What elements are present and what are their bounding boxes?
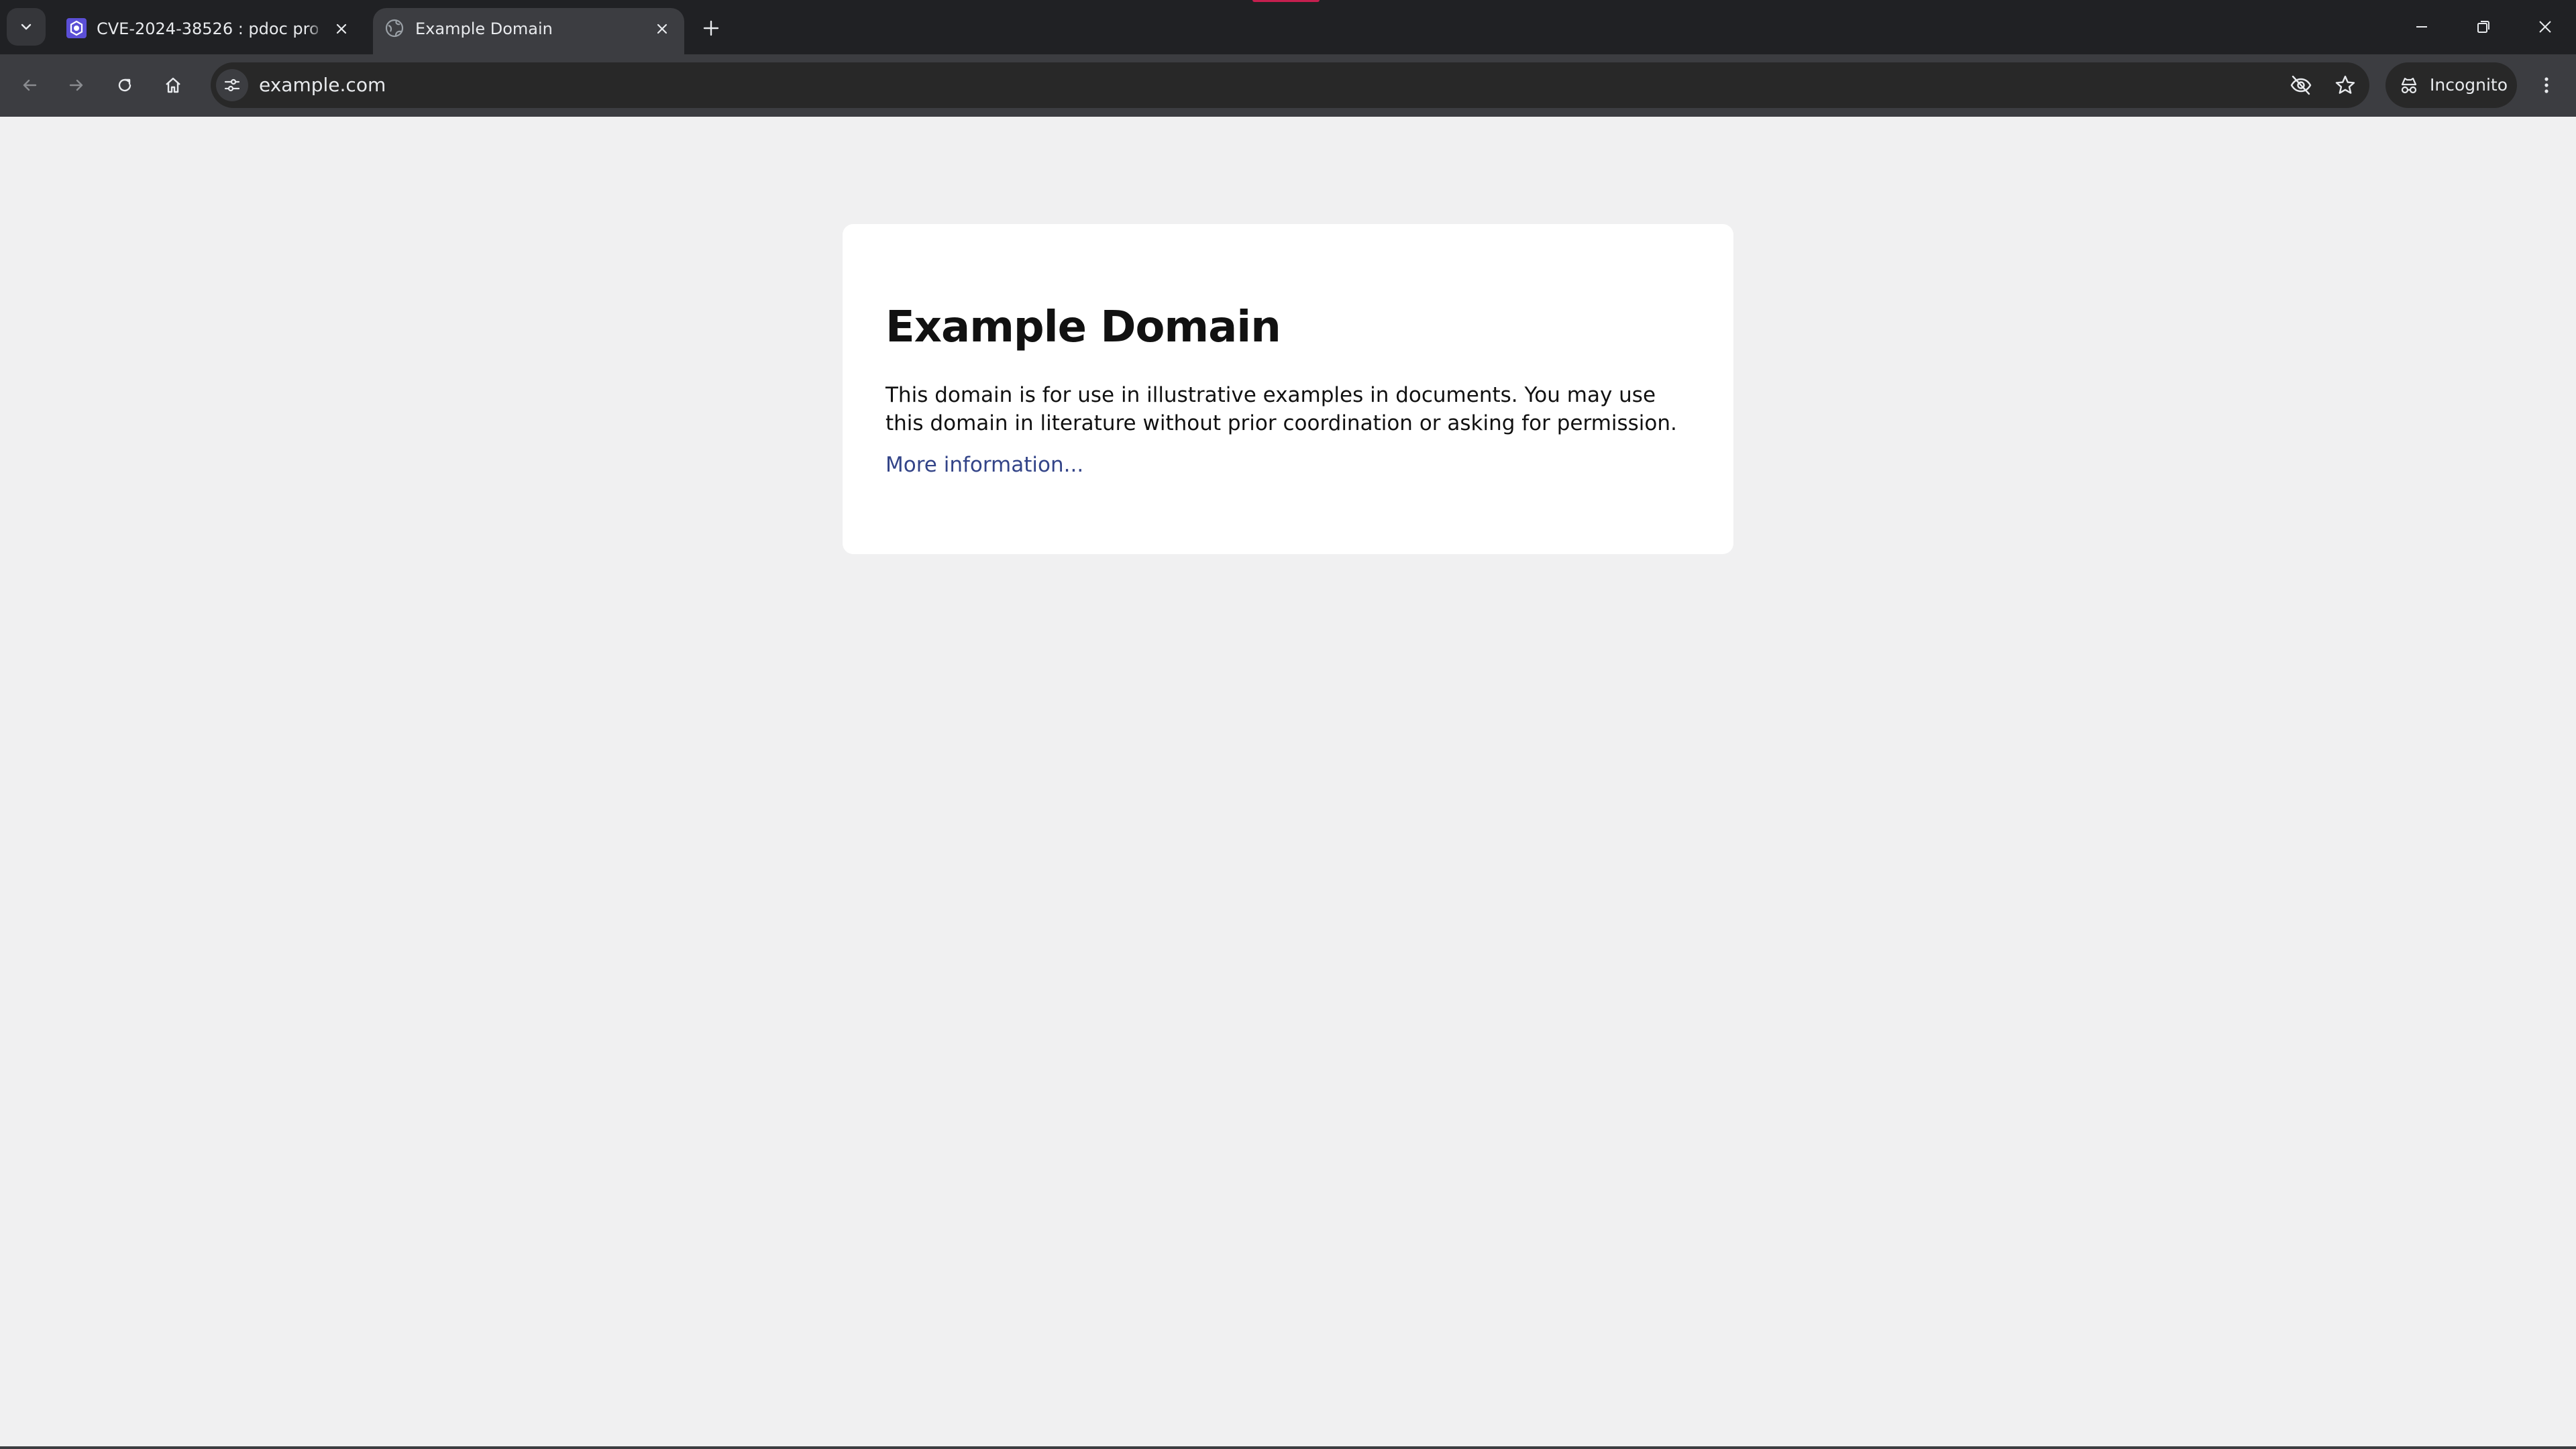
tracking-protection-button[interactable] [2286, 70, 2316, 100]
minimize-button[interactable] [2391, 0, 2453, 54]
window-close-button[interactable] [2514, 0, 2576, 54]
window-accent-indicator [1252, 0, 1320, 2]
cve-favicon-icon [66, 17, 87, 39]
home-icon [163, 75, 183, 95]
close-icon[interactable] [652, 19, 672, 39]
incognito-indicator[interactable]: Incognito [2385, 62, 2517, 108]
back-button[interactable] [12, 68, 47, 103]
page-heading: Example Domain [885, 303, 1281, 352]
page-paragraph: This domain is for use in illustrative e… [885, 383, 1677, 435]
forward-button[interactable] [59, 68, 94, 103]
restore-icon [2475, 19, 2491, 35]
eye-off-icon [2290, 74, 2312, 97]
new-tab-button[interactable] [698, 15, 724, 42]
reload-button[interactable] [107, 68, 142, 103]
content-card: Example Domain This domain is for use in… [843, 224, 1733, 554]
window-bottom-border [0, 1446, 2576, 1449]
tab-search-button[interactable] [7, 8, 46, 46]
close-icon [2537, 19, 2553, 35]
chevron-down-icon [18, 19, 34, 35]
more-information-link[interactable]: More information... [885, 451, 1083, 479]
page-viewport: Example Domain This domain is for use in… [0, 117, 2576, 1449]
incognito-icon [2398, 74, 2420, 97]
tab-cve[interactable]: CVE-2024-38526 : pdoc provide [52, 8, 369, 54]
close-icon[interactable] [331, 19, 352, 39]
home-button[interactable] [156, 68, 191, 103]
site-info-button[interactable] [216, 69, 248, 101]
browser-menu-button[interactable] [2529, 68, 2564, 103]
tab-title-fade [307, 16, 325, 43]
plus-icon [702, 19, 720, 37]
incognito-label: Incognito [2430, 75, 2508, 95]
reload-icon [115, 75, 135, 95]
browser-toolbar: example.com Incognito [0, 54, 2576, 117]
restore-button[interactable] [2453, 0, 2514, 54]
bookmark-button[interactable] [2330, 70, 2360, 100]
tab-title: Example Domain [415, 19, 553, 38]
tune-icon [223, 76, 241, 95]
arrow-right-icon [66, 75, 87, 95]
globe-icon [384, 17, 405, 39]
arrow-left-icon [19, 75, 40, 95]
browser-window: CVE-2024-38526 : pdoc provide Example Do… [0, 0, 2576, 1449]
tab-strip: CVE-2024-38526 : pdoc provide Example Do… [0, 0, 2576, 54]
tab-example-domain[interactable]: Example Domain [373, 8, 684, 54]
url-text[interactable]: example.com [259, 72, 386, 99]
star-icon [2334, 74, 2356, 96]
minimize-icon [2414, 19, 2430, 35]
address-bar[interactable]: example.com [211, 62, 2369, 108]
more-vert-icon [2536, 75, 2557, 95]
tab-title: CVE-2024-38526 : pdoc provide [97, 19, 318, 38]
